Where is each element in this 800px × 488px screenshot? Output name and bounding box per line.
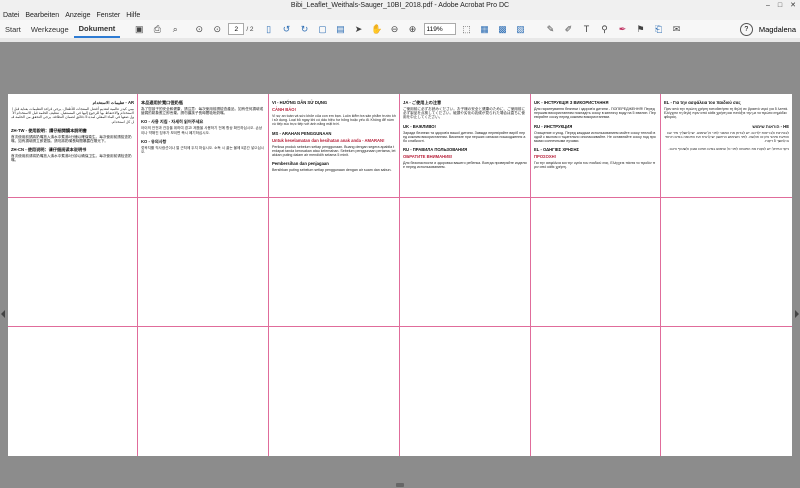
read-mode-icon[interactable]: ▧ — [514, 22, 528, 36]
section-text: 首次使用前请将奶嘴放入沸水中煮沸5分钟以确保卫生。每次使用前请检查奶嘴。 — [11, 154, 132, 163]
section-heading: 本品適用於寬口徑奶瓶 — [141, 100, 183, 105]
section-text: 젖꼭지를 직사광선이나 열 근처에 두지 마십시오. 소독 시 끓는 물에 5분… — [141, 145, 265, 155]
section-text: Для гарантування безпеки і здоров'я дити… — [534, 107, 656, 120]
warning-heading: Untuk keselamatan dan kesihatan anak and… — [272, 137, 385, 143]
delete-page-icon[interactable]: ▢ — [316, 22, 330, 36]
section-text: 為了您孩子的安全和健康，請注意：每次使用前請檢查產品，如有任何損壞或變弱的跡象應… — [141, 107, 264, 116]
next-page-icon[interactable]: ⊙ — [210, 22, 224, 36]
horizontal-scroll-indicator[interactable] — [396, 483, 404, 487]
section-text: Periksa produk sebelum setiap penggunaan… — [272, 144, 396, 158]
share-icon[interactable]: ⚑ — [634, 22, 648, 36]
window-title: Bibi_Leaflet_Weithals-Sauger_10BI_2018.p… — [290, 1, 510, 9]
stamp-icon[interactable]: ⚲ — [598, 22, 612, 36]
section-heading: EL - Για την ασφάλεια του παιδιού σας — [664, 100, 741, 105]
title-bar: Bibi_Leaflet_Weithals-Sauger_10BI_2018.p… — [0, 0, 800, 10]
pdf-page[interactable]: AR - تعليمات الاستخدام بيبي كيدز عالمية … — [8, 94, 792, 456]
section-text: ניקוי וטיפול: יש לנקות את הפטמה לפני כל … — [668, 147, 789, 152]
maximize-button[interactable]: □ — [778, 2, 782, 9]
print-icon[interactable]: ⎙ — [150, 22, 164, 36]
section-text: Bersihkan puting sebelum setiap pengguna… — [272, 168, 392, 173]
window-controls: – □ ✕ — [766, 0, 796, 10]
menu-help[interactable]: Hilfe — [123, 12, 143, 19]
section-heading: RU - ИНСТРУКЦИЯ — [534, 123, 573, 129]
text-column-6: EL - Για την ασφάλεια του παιδιού σας Πρ… — [661, 94, 792, 456]
section-text: לבטיחות ולבריאות ילדכם. יש לבדוק את המוצ… — [664, 130, 789, 144]
section-heading: JA - ご使用上の注意 — [403, 100, 442, 105]
scroll-mode-icon[interactable]: ▩ — [496, 22, 510, 36]
section-text: 首次使用前請將奶嘴放入沸水中煮沸5分鐘以確保衛生。每次使用前請檢查奶嘴，如有損壞… — [11, 134, 132, 144]
section-text: 아이의 안전과 건강을 위하여 경고! 제품을 사용하기 전에 항상 확인하십시… — [141, 126, 263, 135]
rotate-left-icon[interactable]: ↺ — [280, 22, 294, 36]
export-icon[interactable]: ⎗ — [652, 22, 666, 36]
rotate-right-icon[interactable]: ↻ — [298, 22, 312, 36]
section-heading: Pembersihan dan penjagaan — [272, 161, 329, 167]
tab-start[interactable]: Start — [0, 20, 26, 38]
section-heading: VI - HƯỚNG DẪN SỬ DỤNG — [272, 100, 328, 105]
menu-edit[interactable]: Bearbeiten — [22, 12, 62, 19]
text-column-3: VI - HƯỚNG DẪN SỬ DỤNG CẢNH BÁO! Vì sự a… — [269, 94, 400, 456]
section-heading: ZH-TW - 使用說明：請仔細閱讀本說明書 — [11, 127, 87, 133]
fit-width-icon[interactable]: ▦ — [478, 22, 492, 36]
section-text: Για την ασφάλεια και την υγεία του παιδι… — [534, 161, 656, 170]
highlight-icon[interactable]: ✐ — [562, 22, 576, 36]
tab-tools[interactable]: Werkzeuge — [26, 20, 74, 38]
text-column-1: AR - تعليمات الاستخدام بيبي كيدز عالمية … — [8, 94, 138, 456]
text-column-5: UK - ІНСТРУКЦІЯ З ВИКОРИСТАННЯ Для гаран… — [531, 94, 661, 456]
tab-document[interactable]: Dokument — [73, 20, 121, 38]
section-heading: RU - ПРАВИЛА ПОЛЬЗОВАНИЯ — [403, 147, 468, 153]
section-heading: KO - 유의사항 — [141, 138, 167, 144]
fit-page-icon[interactable]: ⬚ — [460, 22, 474, 36]
warning-heading: ОБРАТИТЕ ВНИМАНИЕ! — [403, 154, 453, 160]
section-heading: ZH-CN - 使用说明：请仔细阅读本说明书 — [11, 147, 87, 153]
section-heading: KO - 사용 지침 - 자세히 읽어주세요 — [141, 119, 204, 125]
warning-heading: CẢNH BÁO! — [272, 107, 296, 112]
zoom-out-icon[interactable]: ⊖ — [388, 22, 402, 36]
section-text: Πριν από την πρώτη χρήση τοποθετήστε τη … — [664, 107, 789, 120]
section-text: Очищение и уход. Перед каждым использова… — [534, 130, 656, 144]
section-text: Для безопасности и здоровья вашего ребен… — [403, 161, 527, 170]
section-heading: EL - ΟΔΗΓΙΕΣ ΧΡΗΣΗΣ — [534, 147, 579, 153]
single-page-icon[interactable]: ▯ — [262, 22, 276, 36]
send-icon[interactable]: ✉ — [670, 22, 684, 36]
help-icon[interactable]: ? — [739, 22, 753, 36]
section-heading: MS - ARAHAN PENGGUNAAN — [272, 130, 332, 136]
section-text: ご使用前に必ずお読みください。お子様の安全と健康のために、ご使用前に必ず製品を点… — [403, 107, 526, 120]
left-panel-toggle-icon[interactable] — [1, 310, 5, 318]
search-icon[interactable]: ⌕ — [168, 22, 182, 36]
comment-icon[interactable]: ✎ — [544, 22, 558, 36]
main-toolbar: Start Werkzeuge Dokument ▣ ⎙ ⌕ ⊙ ⊙ 2 / 2… — [0, 20, 800, 39]
zoom-level-select[interactable]: 119% — [423, 23, 456, 35]
text-edit-icon[interactable]: T — [580, 22, 594, 36]
section-heading: UK - ВАЖЛИВО! — [403, 123, 436, 129]
menu-file[interactable]: Datei — [0, 12, 22, 19]
section-heading: HE - הוראות שימוש — [752, 123, 789, 129]
section-heading: AR - تعليمات الاستخدام — [92, 100, 134, 105]
page-total: / 2 — [246, 25, 254, 33]
text-column-4: JA - ご使用上の注意 ご使用前に必ずお読みください。お子様の安全と健康のため… — [400, 94, 531, 456]
right-panel-toggle-icon[interactable] — [795, 310, 799, 318]
hand-tool-icon[interactable]: ✋ — [370, 22, 384, 36]
section-text: Заради безпеки та здоров'я вашої дитини.… — [403, 130, 526, 144]
section-text: Vì sự an toàn và sức khỏe của con em bạn… — [272, 114, 396, 127]
save-icon[interactable]: ▣ — [132, 22, 146, 36]
insert-page-icon[interactable]: ▤ — [334, 22, 348, 36]
sign-icon[interactable]: ✒ — [616, 22, 630, 36]
user-name[interactable]: Magdalena — [759, 25, 796, 34]
zoom-in-icon[interactable]: ⊕ — [406, 22, 420, 36]
select-cursor-icon[interactable]: ➤ — [352, 22, 366, 36]
previous-page-icon[interactable]: ⊙ — [192, 22, 206, 36]
page-number-input[interactable]: 2 — [228, 23, 245, 35]
section-heading: UK - ІНСТРУКЦІЯ З ВИКОРИСТАННЯ — [534, 100, 609, 105]
text-column-2: 本品適用於寬口徑奶瓶 為了您孩子的安全和健康，請注意：每次使用前請檢查產品，如有… — [138, 94, 269, 456]
minimize-button[interactable]: – — [766, 2, 770, 9]
menu-view[interactable]: Anzeige — [62, 12, 93, 19]
menu-bar: Datei Bearbeiten Anzeige Fenster Hilfe — [0, 10, 800, 20]
section-text: بيبي كيدز عالمية لتقديم أفضل المنتجات لل… — [11, 107, 134, 124]
warning-heading: ΠΡΟΣΟΧΗ! — [534, 154, 557, 160]
close-button[interactable]: ✕ — [790, 1, 796, 9]
menu-window[interactable]: Fenster — [94, 12, 124, 19]
user-area: ? Magdalena — [739, 20, 796, 38]
